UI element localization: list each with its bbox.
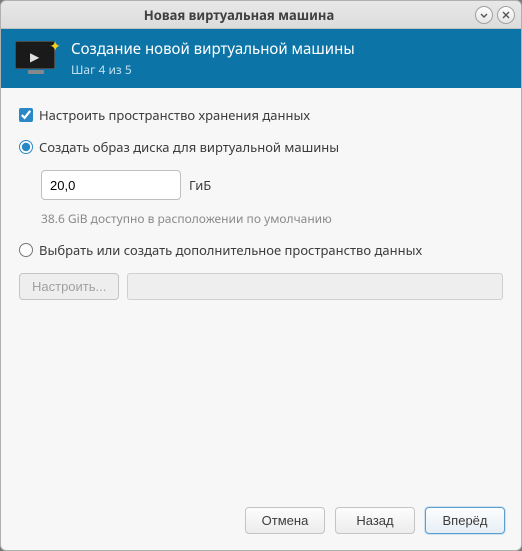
create-image-label: Создать образ диска для виртуальной маши… [39,138,339,156]
custom-storage-row[interactable]: Выбрать или создать дополнительное прост… [19,241,503,259]
header-title: Создание новой виртуальной машины [71,39,355,59]
titlebar: Новая виртуальная машина [1,1,521,29]
vm-icon: ✦ [15,41,57,77]
cancel-button[interactable]: Отмена [245,507,325,534]
disk-size-spinner: − + [41,170,181,200]
dialog-footer: Отмена Назад Вперёд [1,495,521,550]
enable-storage-label: Настроить пространство хранения данных [39,106,310,124]
header-step: Шаг 4 из 5 [71,61,355,78]
custom-storage-label: Выбрать или создать дополнительное прост… [39,241,422,259]
enable-storage-checkbox[interactable] [19,108,33,122]
enable-storage-row[interactable]: Настроить пространство хранения данных [19,106,503,124]
dialog-window: Новая виртуальная машина ✦ Создание ново… [0,0,522,551]
configure-storage-button: Настроить... [19,273,119,300]
wizard-header: ✦ Создание новой виртуальной машины Шаг … [1,29,521,88]
disk-size-unit: ГиБ [189,176,211,194]
storage-path-input [127,273,503,300]
forward-button[interactable]: Вперёд [425,507,505,534]
minimize-button[interactable] [475,6,493,24]
disk-size-input[interactable] [42,171,181,199]
disk-size-row: − + ГиБ [41,170,503,200]
window-title: Новая виртуальная машина [7,6,471,24]
content-area: Настроить пространство хранения данных С… [1,88,521,495]
create-image-row[interactable]: Создать образ диска для виртуальной маши… [19,138,503,156]
available-space-hint: 38.6 GiB доступно в расположении по умол… [41,210,503,227]
back-button[interactable]: Назад [335,507,415,534]
close-button[interactable] [497,6,515,24]
create-image-radio[interactable] [19,140,33,154]
custom-storage-radio[interactable] [19,243,33,257]
